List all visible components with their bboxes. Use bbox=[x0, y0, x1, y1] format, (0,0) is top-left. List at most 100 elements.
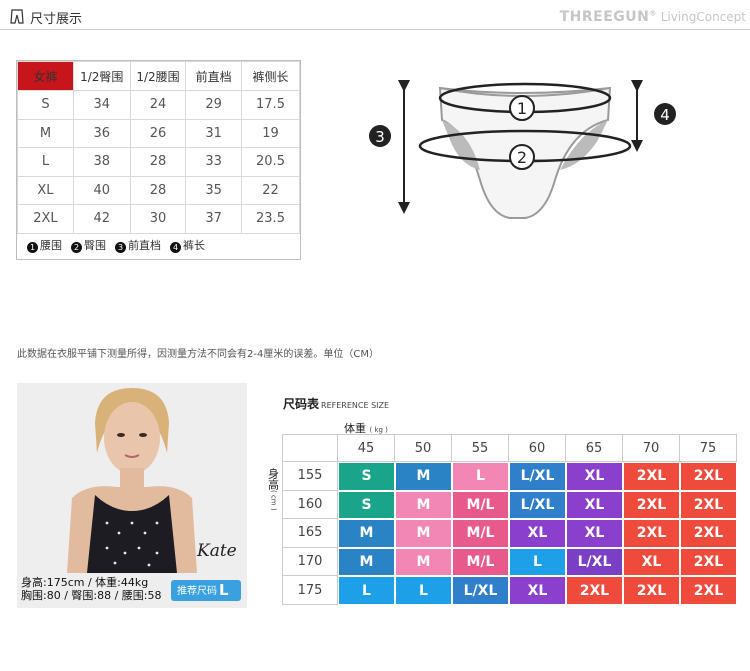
size-cell: 2XL bbox=[681, 548, 736, 576]
size-cell: M/L bbox=[453, 548, 508, 576]
measure-note: 此数据在衣服平铺下测量所得，因测量方法不同会有2-4厘米的误差。单位（CM） bbox=[17, 349, 379, 360]
size-table-cell: 31 bbox=[185, 118, 242, 148]
header-divider bbox=[0, 29, 750, 30]
legend-item: 1 腰围 bbox=[27, 239, 62, 253]
size-table-cell: 28 bbox=[129, 175, 187, 205]
size-cell: 2XL bbox=[624, 520, 679, 547]
size-table-header: 女裤 bbox=[17, 61, 74, 91]
pants-icon bbox=[10, 9, 24, 24]
svg-text:3: 3 bbox=[375, 128, 385, 146]
legend-item: 3 前直档 bbox=[115, 239, 161, 253]
weight-header: 65 bbox=[566, 434, 623, 462]
legend-label: 裤长 bbox=[183, 239, 205, 252]
reference-title: 尺码表 REFERENCE SIZE bbox=[283, 397, 390, 411]
size-table-cell: 28 bbox=[129, 147, 187, 177]
legend-number: 4 bbox=[170, 242, 181, 253]
size-table-grid: 女裤 1/2臀围 1/2腰围 前直档 裤侧长 S 34 24 29 17.5 M 36 26 31 19 L 3… bbox=[17, 61, 301, 234]
size-cell: L/XL bbox=[567, 548, 622, 576]
size-table-header: 裤侧长 bbox=[240, 61, 301, 91]
size-table-cell: 26 bbox=[129, 118, 187, 148]
size-table-row: L 38 28 33 20.5 bbox=[17, 147, 301, 177]
legend-label: 臀围 bbox=[84, 239, 106, 252]
grid-corner bbox=[282, 434, 338, 462]
size-table-row: 2XL 42 30 37 23.5 bbox=[17, 204, 301, 234]
model-illustration bbox=[67, 388, 197, 573]
size-cell: XL bbox=[510, 577, 565, 604]
size-cell: L bbox=[396, 577, 451, 604]
size-table-cell: 35 bbox=[185, 175, 242, 205]
svg-text:2: 2 bbox=[517, 148, 527, 167]
size-table-cell: 30 bbox=[129, 204, 187, 234]
size-table-cell: 36 bbox=[72, 118, 131, 148]
size-table-cell: L bbox=[17, 147, 74, 177]
size-table-row: M 36 26 31 19 bbox=[17, 118, 301, 148]
size-cell: M bbox=[339, 520, 394, 547]
legend-item: 2 臀围 bbox=[71, 239, 106, 253]
panty-measure-diagram: 1 2 3 4 bbox=[369, 80, 676, 219]
weight-header: 50 bbox=[395, 434, 452, 462]
size-table-header: 前直档 bbox=[185, 61, 242, 91]
size-cell: L/XL bbox=[453, 577, 508, 604]
size-cell: M bbox=[396, 548, 451, 576]
model-photo: Kate 身高:175cm / 体重:44kg 胸围:80 / 臀围:88 / … bbox=[17, 383, 247, 608]
size-table: 女裤 1/2臀围 1/2腰围 前直档 裤侧长 S 34 24 29 17.5 M 36 26 31 19 L 3… bbox=[16, 60, 301, 260]
size-cell: 2XL bbox=[624, 577, 679, 604]
size-cell: 2XL bbox=[681, 463, 736, 490]
height-header: 175 bbox=[282, 576, 338, 605]
legend-number: 1 bbox=[27, 242, 38, 253]
size-cell: L bbox=[453, 463, 508, 490]
size-table-cell: 42 bbox=[72, 204, 131, 234]
marker-3: 3 bbox=[369, 125, 391, 147]
size-cell: 2XL bbox=[624, 491, 679, 519]
size-table-cell: 34 bbox=[72, 90, 131, 120]
marker-4: 4 bbox=[654, 103, 676, 125]
size-table-cell: 23.5 bbox=[240, 204, 301, 234]
size-cell: M bbox=[396, 520, 451, 547]
size-table-header: 1/2臀围 bbox=[72, 61, 131, 91]
size-cell: XL bbox=[624, 548, 679, 576]
size-cell: L/XL bbox=[510, 491, 565, 519]
model-info-line1: 身高:175cm / 体重:44kg bbox=[21, 576, 149, 589]
height-axis-label: 身高 ( cm ) bbox=[266, 468, 280, 511]
size-cell: XL bbox=[567, 520, 622, 547]
size-cell: S bbox=[339, 491, 394, 519]
size-table-cell: 20.5 bbox=[240, 147, 301, 177]
recommended-size-badge: 推荐尺码 L bbox=[171, 580, 241, 601]
size-cell: 2XL bbox=[681, 520, 736, 547]
weight-header: 60 bbox=[509, 434, 566, 462]
legend-label: 前直档 bbox=[128, 239, 161, 252]
marker-1: 1 bbox=[509, 95, 535, 121]
size-cell: M bbox=[396, 491, 451, 519]
size-table-cell: 19 bbox=[240, 118, 301, 148]
size-cell: S bbox=[339, 463, 394, 490]
size-cell: L bbox=[339, 577, 394, 604]
brand-logo: THREEGUN® LivingConcept bbox=[559, 9, 746, 25]
model-name: Kate bbox=[197, 541, 237, 561]
size-table-cell: 17.5 bbox=[240, 90, 301, 120]
size-cell: M/L bbox=[453, 491, 508, 519]
weight-header: 55 bbox=[452, 434, 509, 462]
model-info-line2: 胸围:80 / 臀围:88 / 腰围:58 bbox=[21, 589, 162, 602]
size-cell: 2XL bbox=[624, 463, 679, 490]
measure-legend: 1 腰围 2 臀围 3 前直档 4 裤长 bbox=[27, 237, 214, 253]
size-table-header: 1/2腰围 bbox=[129, 61, 187, 91]
size-table-cell: 29 bbox=[185, 90, 242, 120]
svg-text:4: 4 bbox=[660, 106, 670, 124]
weight-header: 70 bbox=[623, 434, 680, 462]
reference-size-grid: 45 50 55 60 65 70 75 155 S M L L/XL XL 2XL 2XL 160 S M M/L… bbox=[282, 434, 740, 606]
legend-number: 2 bbox=[71, 242, 82, 253]
size-table-cell: 24 bbox=[129, 90, 187, 120]
size-table-row: S 34 24 29 17.5 bbox=[17, 90, 301, 120]
legend-item: 4 裤长 bbox=[170, 239, 205, 253]
size-table-cell: XL bbox=[17, 175, 74, 205]
size-table-cell: 37 bbox=[185, 204, 242, 234]
size-table-cell: 22 bbox=[240, 175, 301, 205]
size-cell: M bbox=[396, 463, 451, 490]
marker-2: 2 bbox=[509, 144, 535, 170]
height-header: 160 bbox=[282, 490, 338, 520]
weight-header: 45 bbox=[338, 434, 395, 462]
legend-number: 3 bbox=[115, 242, 126, 253]
weight-header: 75 bbox=[680, 434, 737, 462]
size-cell: XL bbox=[567, 491, 622, 519]
size-table-cell: M bbox=[17, 118, 74, 148]
